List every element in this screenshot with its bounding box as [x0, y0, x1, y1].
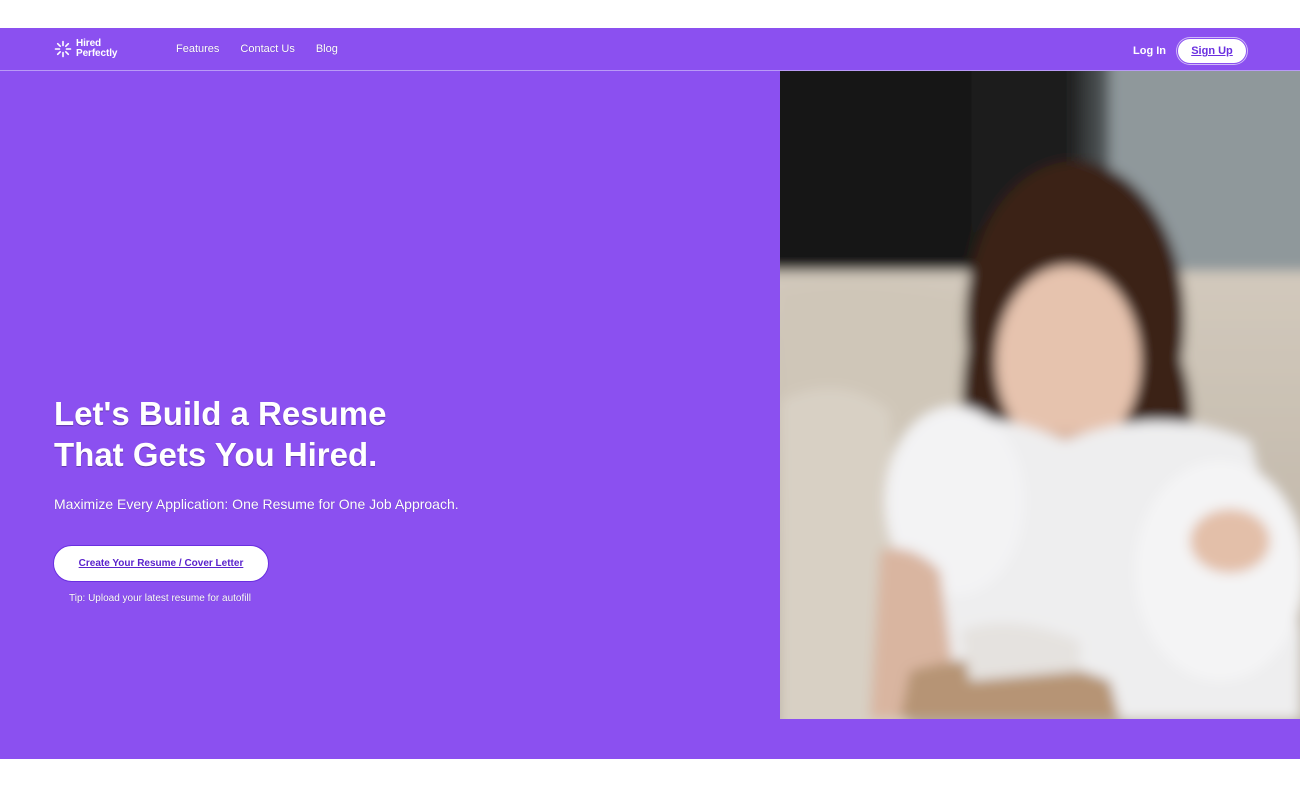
brand-logo[interactable]: Hired Perfectly: [54, 38, 117, 60]
sparkle-logo-icon: [54, 40, 72, 58]
hero-title-line2: That Gets You Hired.: [54, 436, 378, 473]
brand-name-line2: Perfectly: [76, 48, 118, 59]
nav-link-blog[interactable]: Blog: [316, 43, 338, 55]
nav-links: Features Contact Us Blog: [176, 43, 338, 55]
hero-subtitle: Maximize Every Application: One Resume f…: [54, 496, 459, 512]
top-navbar: Hired Perfectly Features Contact Us Blog…: [0, 28, 1300, 71]
hero-title: Let's Build a Resume That Gets You Hired…: [54, 393, 386, 475]
autofill-tip: Tip: Upload your latest resume for autof…: [69, 593, 251, 604]
signup-button[interactable]: Sign Up: [1177, 38, 1247, 64]
hero-photo-illustration: [780, 71, 1300, 719]
page: Hired Perfectly Features Contact Us Blog…: [0, 0, 1300, 788]
woman-on-couch-photo: [780, 71, 1300, 719]
hero-title-line1: Let's Build a Resume: [54, 395, 387, 432]
create-resume-button[interactable]: Create Your Resume / Cover Letter: [53, 545, 269, 582]
nav-link-contact-us[interactable]: Contact Us: [240, 43, 294, 55]
login-link[interactable]: Log In: [1133, 45, 1166, 57]
brand-name: Hired Perfectly: [76, 39, 117, 59]
nav-link-features[interactable]: Features: [176, 43, 219, 55]
landing-page: Hired Perfectly Features Contact Us Blog…: [0, 28, 1300, 759]
